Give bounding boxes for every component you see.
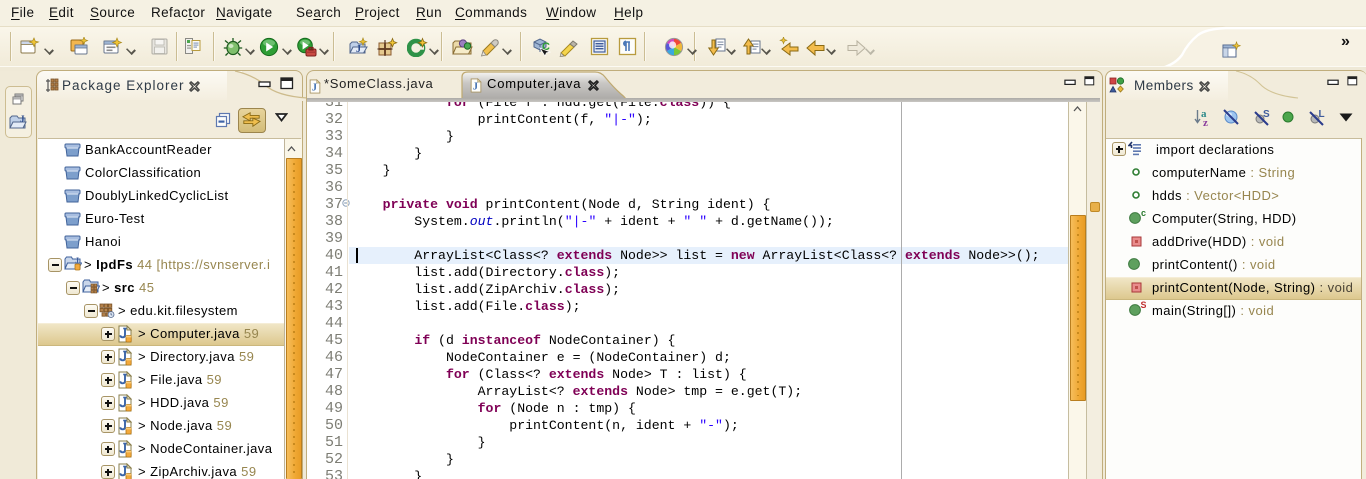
svg-text:J: J: [75, 256, 79, 265]
svg-text:z: z: [1203, 117, 1208, 127]
svg-text:J: J: [473, 81, 478, 92]
svg-text:L: L: [1319, 109, 1325, 120]
svg-text:c: c: [1141, 209, 1146, 218]
svg-text:J: J: [356, 44, 361, 55]
svg-text:J: J: [312, 82, 317, 93]
svg-text:J: J: [20, 114, 25, 124]
svg-text:S: S: [1141, 301, 1147, 310]
svg-text:S: S: [1263, 109, 1270, 120]
